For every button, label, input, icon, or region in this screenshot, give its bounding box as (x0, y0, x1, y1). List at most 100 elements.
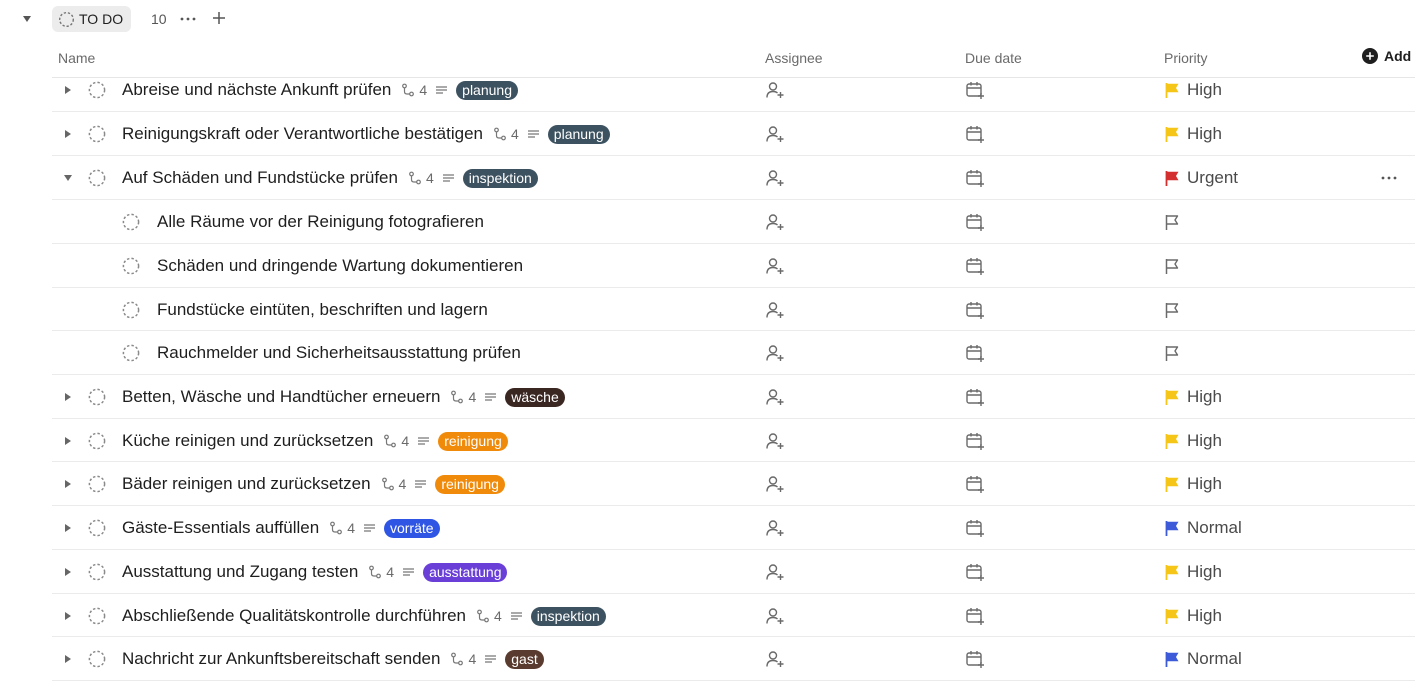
calendar-add-icon[interactable] (965, 387, 985, 407)
subtask-count[interactable]: 4 (476, 608, 502, 624)
task-row[interactable]: Nachricht zur Ankunftsbereitschaft sende… (52, 637, 1415, 681)
assign-user-icon[interactable] (765, 387, 785, 407)
assign-user-icon[interactable] (765, 649, 785, 669)
calendar-add-icon[interactable] (965, 212, 985, 232)
calendar-add-icon[interactable] (965, 649, 985, 669)
task-name[interactable]: Reinigungskraft oder Verantwortliche bes… (122, 124, 483, 144)
calendar-add-icon[interactable] (965, 300, 985, 320)
calendar-add-icon[interactable] (965, 124, 985, 144)
group-collapse-caret-icon[interactable] (21, 13, 33, 25)
task-status-circle-icon[interactable] (88, 432, 106, 450)
task-row[interactable]: Reinigungskraft oder Verantwortliche bes… (52, 112, 1415, 156)
calendar-add-icon[interactable] (965, 562, 985, 582)
priority-cell[interactable] (1164, 211, 1181, 233)
expand-caret-icon[interactable] (62, 391, 74, 403)
expand-caret-icon[interactable] (62, 522, 74, 534)
task-status-circle-icon[interactable] (88, 125, 106, 143)
task-name[interactable]: Abschließende Qualitätskontrolle durchfü… (122, 606, 466, 626)
subtask-count[interactable]: 4 (401, 82, 427, 98)
task-status-circle-icon[interactable] (88, 650, 106, 668)
assign-user-icon[interactable] (765, 343, 785, 363)
status-pill-todo[interactable]: TO DO (52, 6, 132, 32)
subtask-row[interactable]: Rauchmelder und Sicherheitsausstattung p… (52, 331, 1415, 375)
tag-badge[interactable]: reinigung (435, 474, 505, 494)
task-status-circle-icon[interactable] (88, 607, 106, 625)
column-header-priority[interactable]: Priority (1164, 50, 1208, 66)
task-row[interactable]: Gäste-Essentials auffüllen 4 vorräte Normal (52, 506, 1415, 550)
subtask-row[interactable]: Schäden und dringende Wartung dokumentie… (52, 244, 1415, 288)
calendar-add-icon[interactable] (965, 256, 985, 276)
expand-caret-icon[interactable] (62, 435, 74, 447)
task-row[interactable]: Abreise und nächste Ankunft prüfen 4 planu… (52, 78, 1415, 112)
row-more-icon[interactable] (1377, 168, 1401, 188)
assign-user-icon[interactable] (765, 431, 785, 451)
column-header-due-date[interactable]: Due date (965, 50, 1022, 66)
collapse-caret-icon[interactable] (62, 172, 74, 184)
assign-user-icon[interactable] (765, 300, 785, 320)
task-name[interactable]: Nachricht zur Ankunftsbereitschaft sende… (122, 649, 440, 669)
tag-badge[interactable]: inspektion (462, 168, 538, 188)
group-more-icon[interactable] (178, 9, 198, 29)
priority-cell[interactable]: High (1164, 386, 1222, 408)
assign-user-icon[interactable] (765, 124, 785, 144)
tag-badge[interactable]: reinigung (438, 431, 508, 451)
column-header-assignee[interactable]: Assignee (765, 50, 823, 66)
task-name[interactable]: Ausstattung und Zugang testen (122, 562, 358, 582)
tag-badge[interactable]: planung (456, 80, 518, 100)
priority-cell[interactable] (1164, 255, 1181, 277)
calendar-add-icon[interactable] (965, 80, 985, 100)
assign-user-icon[interactable] (765, 606, 785, 626)
assign-user-icon[interactable] (765, 80, 785, 100)
task-status-circle-icon[interactable] (122, 213, 140, 231)
task-name[interactable]: Gäste-Essentials auffüllen (122, 518, 319, 538)
task-status-circle-icon[interactable] (122, 257, 140, 275)
calendar-add-icon[interactable] (965, 474, 985, 494)
task-row[interactable]: Küche reinigen und zurücksetzen 4 reinigun… (52, 419, 1415, 462)
task-name[interactable]: Alle Räume vor der Reinigung fotografier… (157, 212, 484, 232)
task-name[interactable]: Betten, Wäsche und Handtücher erneuern (122, 387, 440, 407)
priority-cell[interactable]: High (1164, 473, 1222, 495)
priority-cell[interactable]: Urgent (1164, 167, 1238, 189)
task-status-circle-icon[interactable] (88, 81, 106, 99)
subtask-row[interactable]: Fundstücke eintüten, beschriften und lag… (52, 288, 1415, 331)
priority-cell[interactable]: High (1164, 561, 1222, 583)
calendar-add-icon[interactable] (965, 343, 985, 363)
task-status-circle-icon[interactable] (88, 563, 106, 581)
tag-badge[interactable]: ausstattung (423, 562, 508, 582)
task-row[interactable]: Betten, Wäsche und Handtücher erneuern 4 w… (52, 375, 1415, 419)
task-name[interactable]: Küche reinigen und zurücksetzen (122, 431, 373, 451)
assign-user-icon[interactable] (765, 168, 785, 188)
task-name[interactable]: Rauchmelder und Sicherheitsausstattung p… (157, 343, 521, 363)
task-name[interactable]: Abreise und nächste Ankunft prüfen (122, 80, 391, 100)
task-name[interactable]: Auf Schäden und Fundstücke prüfen (122, 168, 398, 188)
subtask-count[interactable]: 4 (381, 476, 406, 492)
task-status-circle-icon[interactable] (88, 388, 106, 406)
assign-user-icon[interactable] (765, 474, 785, 494)
task-row[interactable]: Ausstattung und Zugang testen 4 ausstattun… (52, 550, 1415, 594)
priority-cell[interactable]: High (1164, 605, 1222, 627)
expand-caret-icon[interactable] (62, 610, 74, 622)
task-status-circle-icon[interactable] (88, 169, 106, 187)
task-name[interactable]: Bäder reinigen und zurücksetzen (122, 474, 371, 494)
task-status-circle-icon[interactable] (88, 475, 106, 493)
priority-cell[interactable] (1164, 342, 1181, 364)
assign-user-icon[interactable] (765, 518, 785, 538)
task-row[interactable]: Auf Schäden und Fundstücke prüfen 4 inspek… (52, 156, 1415, 200)
add-column-button[interactable]: Add (1362, 48, 1411, 64)
expand-caret-icon[interactable] (62, 478, 74, 490)
subtask-count[interactable]: 4 (493, 126, 519, 142)
tag-badge[interactable]: gast (505, 649, 544, 669)
subtask-count[interactable]: 4 (383, 433, 409, 449)
tag-badge[interactable]: vorräte (383, 518, 440, 538)
calendar-add-icon[interactable] (965, 518, 985, 538)
priority-cell[interactable]: High (1164, 79, 1222, 101)
subtask-count[interactable]: 4 (368, 564, 394, 580)
task-row[interactable]: Bäder reinigen und zurücksetzen 4 reinigun… (52, 462, 1415, 506)
task-name[interactable]: Fundstücke eintüten, beschriften und lag… (157, 300, 488, 320)
priority-cell[interactable]: High (1164, 123, 1222, 145)
assign-user-icon[interactable] (765, 256, 785, 276)
subtask-count[interactable]: 4 (329, 520, 355, 536)
subtask-count[interactable]: 4 (450, 389, 476, 405)
expand-caret-icon[interactable] (62, 84, 74, 96)
group-add-task-icon[interactable] (209, 8, 229, 28)
